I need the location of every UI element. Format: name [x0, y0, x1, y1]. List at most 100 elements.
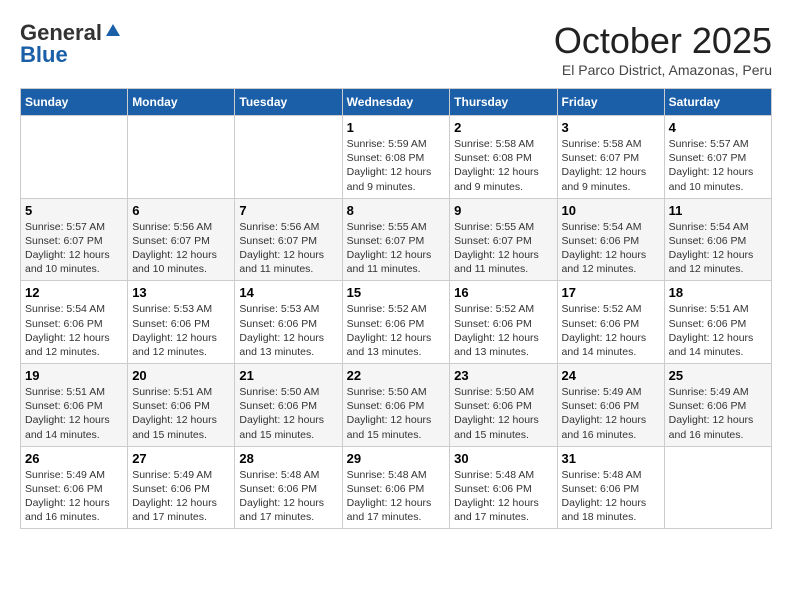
day-number: 9: [454, 203, 552, 218]
day-info: Sunrise: 5:51 AM Sunset: 6:06 PM Dayligh…: [25, 385, 123, 442]
calendar-cell: 11 Sunrise: 5:54 AM Sunset: 6:06 PM Dayli…: [664, 198, 771, 281]
calendar-week-row: 12Sunrise: 5:54 AM Sunset: 6:06 PM Dayli…: [21, 281, 772, 364]
calendar-week-row: 5Sunrise: 5:57 AM Sunset: 6:07 PM Daylig…: [21, 198, 772, 281]
calendar-cell: 21 Sunrise: 5:50 AM Sunset: 6:06 PM Dayli…: [235, 364, 342, 447]
day-info: Sunrise: 5:49 AM Sunset: 6:06 PM Dayligh…: [25, 468, 123, 525]
day-header-thursday: Thursday: [450, 89, 557, 116]
day-info: Sunrise: 5:57 AM Sunset: 6:07 PM Dayligh…: [669, 137, 767, 194]
day-info: Sunrise: 5:56 AM Sunset: 6:07 PM Dayligh…: [132, 220, 230, 277]
day-header-sunday: Sunday: [21, 89, 128, 116]
day-info: Sunrise: 5:58 AM Sunset: 6:07 PM Dayligh…: [562, 137, 660, 194]
calendar-cell: 14 Sunrise: 5:53 AM Sunset: 6:06 PM Dayli…: [235, 281, 342, 364]
calendar-cell: [21, 116, 128, 199]
day-number: 11: [669, 203, 767, 218]
calendar-cell: 8Sunrise: 5:55 AM Sunset: 6:07 PM Daylig…: [342, 198, 450, 281]
day-headers-row: SundayMondayTuesdayWednesdayThursdayFrid…: [21, 89, 772, 116]
day-number: 31: [562, 451, 660, 466]
calendar-cell: 9 Sunrise: 5:55 AM Sunset: 6:07 PM Daylig…: [450, 198, 557, 281]
calendar-cell: 29 Sunrise: 5:48 AM Sunset: 6:06 PM Dayli…: [342, 446, 450, 529]
day-number: 7: [239, 203, 337, 218]
day-info: Sunrise: 5:52 AM Sunset: 6:06 PM Dayligh…: [347, 302, 446, 359]
calendar-cell: 28 Sunrise: 5:48 AM Sunset: 6:06 PM Dayli…: [235, 446, 342, 529]
day-info: Sunrise: 5:49 AM Sunset: 6:06 PM Dayligh…: [132, 468, 230, 525]
day-info: Sunrise: 5:48 AM Sunset: 6:06 PM Dayligh…: [454, 468, 552, 525]
day-info: Sunrise: 5:53 AM Sunset: 6:06 PM Dayligh…: [239, 302, 337, 359]
day-info: Sunrise: 5:48 AM Sunset: 6:06 PM Dayligh…: [239, 468, 337, 525]
calendar-cell: 23 Sunrise: 5:50 AM Sunset: 6:06 PM Dayli…: [450, 364, 557, 447]
day-number: 20: [132, 368, 230, 383]
day-info: Sunrise: 5:54 AM Sunset: 6:06 PM Dayligh…: [669, 220, 767, 277]
calendar-cell: 27Sunrise: 5:49 AM Sunset: 6:06 PM Dayli…: [128, 446, 235, 529]
day-number: 23: [454, 368, 552, 383]
day-number: 16: [454, 285, 552, 300]
day-number: 17: [562, 285, 660, 300]
calendar-week-row: 26Sunrise: 5:49 AM Sunset: 6:06 PM Dayli…: [21, 446, 772, 529]
day-info: Sunrise: 5:54 AM Sunset: 6:06 PM Dayligh…: [562, 220, 660, 277]
day-info: Sunrise: 5:51 AM Sunset: 6:06 PM Dayligh…: [132, 385, 230, 442]
calendar-cell: 13 Sunrise: 5:53 AM Sunset: 6:06 PM Dayli…: [128, 281, 235, 364]
day-info: Sunrise: 5:57 AM Sunset: 6:07 PM Dayligh…: [25, 220, 123, 277]
day-info: Sunrise: 5:53 AM Sunset: 6:06 PM Dayligh…: [132, 302, 230, 359]
day-info: Sunrise: 5:48 AM Sunset: 6:06 PM Dayligh…: [347, 468, 446, 525]
day-number: 18: [669, 285, 767, 300]
calendar-cell: 7 Sunrise: 5:56 AM Sunset: 6:07 PM Daylig…: [235, 198, 342, 281]
day-number: 14: [239, 285, 337, 300]
day-info: Sunrise: 5:58 AM Sunset: 6:08 PM Dayligh…: [454, 137, 552, 194]
calendar-cell: 6Sunrise: 5:56 AM Sunset: 6:07 PM Daylig…: [128, 198, 235, 281]
calendar-table: SundayMondayTuesdayWednesdayThursdayFrid…: [20, 88, 772, 529]
day-number: 15: [347, 285, 446, 300]
day-number: 19: [25, 368, 123, 383]
calendar-header: SundayMondayTuesdayWednesdayThursdayFrid…: [21, 89, 772, 116]
logo-icon: [104, 22, 122, 40]
day-info: Sunrise: 5:50 AM Sunset: 6:06 PM Dayligh…: [347, 385, 446, 442]
calendar-cell: 30Sunrise: 5:48 AM Sunset: 6:06 PM Dayli…: [450, 446, 557, 529]
day-number: 25: [669, 368, 767, 383]
calendar-cell: 10 Sunrise: 5:54 AM Sunset: 6:06 PM Dayli…: [557, 198, 664, 281]
day-number: 1: [347, 120, 446, 135]
calendar-cell: 15 Sunrise: 5:52 AM Sunset: 6:06 PM Dayli…: [342, 281, 450, 364]
day-info: Sunrise: 5:51 AM Sunset: 6:06 PM Dayligh…: [669, 302, 767, 359]
calendar-cell: 12Sunrise: 5:54 AM Sunset: 6:06 PM Dayli…: [21, 281, 128, 364]
day-header-wednesday: Wednesday: [342, 89, 450, 116]
calendar-cell: 19 Sunrise: 5:51 AM Sunset: 6:06 PM Dayli…: [21, 364, 128, 447]
subtitle: El Parco District, Amazonas, Peru: [554, 62, 772, 78]
day-info: Sunrise: 5:54 AM Sunset: 6:06 PM Dayligh…: [25, 302, 123, 359]
day-number: 13: [132, 285, 230, 300]
calendar-cell: 3 Sunrise: 5:58 AM Sunset: 6:07 PM Daylig…: [557, 116, 664, 199]
calendar-body: 1Sunrise: 5:59 AM Sunset: 6:08 PM Daylig…: [21, 116, 772, 529]
day-info: Sunrise: 5:50 AM Sunset: 6:06 PM Dayligh…: [239, 385, 337, 442]
day-info: Sunrise: 5:55 AM Sunset: 6:07 PM Dayligh…: [454, 220, 552, 277]
day-number: 21: [239, 368, 337, 383]
day-header-saturday: Saturday: [664, 89, 771, 116]
day-info: Sunrise: 5:55 AM Sunset: 6:07 PM Dayligh…: [347, 220, 446, 277]
day-header-friday: Friday: [557, 89, 664, 116]
month-title: October 2025: [554, 20, 772, 62]
day-info: Sunrise: 5:50 AM Sunset: 6:06 PM Dayligh…: [454, 385, 552, 442]
calendar-cell: [235, 116, 342, 199]
calendar-cell: 4 Sunrise: 5:57 AM Sunset: 6:07 PM Daylig…: [664, 116, 771, 199]
calendar-cell: 25Sunrise: 5:49 AM Sunset: 6:06 PM Dayli…: [664, 364, 771, 447]
calendar-cell: 18 Sunrise: 5:51 AM Sunset: 6:06 PM Dayli…: [664, 281, 771, 364]
calendar-cell: 24Sunrise: 5:49 AM Sunset: 6:06 PM Dayli…: [557, 364, 664, 447]
day-number: 29: [347, 451, 446, 466]
page-header: General Blue October 2025 El Parco Distr…: [20, 20, 772, 78]
day-number: 10: [562, 203, 660, 218]
calendar-cell: 16 Sunrise: 5:52 AM Sunset: 6:06 PM Dayli…: [450, 281, 557, 364]
day-number: 22: [347, 368, 446, 383]
day-number: 4: [669, 120, 767, 135]
calendar-cell: 17 Sunrise: 5:52 AM Sunset: 6:06 PM Dayli…: [557, 281, 664, 364]
title-block: October 2025 El Parco District, Amazonas…: [554, 20, 772, 78]
day-info: Sunrise: 5:52 AM Sunset: 6:06 PM Dayligh…: [562, 302, 660, 359]
calendar-cell: 31 Sunrise: 5:48 AM Sunset: 6:06 PM Dayli…: [557, 446, 664, 529]
day-info: Sunrise: 5:48 AM Sunset: 6:06 PM Dayligh…: [562, 468, 660, 525]
calendar-week-row: 19 Sunrise: 5:51 AM Sunset: 6:06 PM Dayli…: [21, 364, 772, 447]
logo: General Blue: [20, 20, 122, 68]
day-number: 24: [562, 368, 660, 383]
day-number: 3: [562, 120, 660, 135]
day-info: Sunrise: 5:52 AM Sunset: 6:06 PM Dayligh…: [454, 302, 552, 359]
day-number: 28: [239, 451, 337, 466]
calendar-cell: 2Sunrise: 5:58 AM Sunset: 6:08 PM Daylig…: [450, 116, 557, 199]
calendar-cell: 22 Sunrise: 5:50 AM Sunset: 6:06 PM Dayli…: [342, 364, 450, 447]
logo-blue: Blue: [20, 42, 68, 68]
day-info: Sunrise: 5:56 AM Sunset: 6:07 PM Dayligh…: [239, 220, 337, 277]
